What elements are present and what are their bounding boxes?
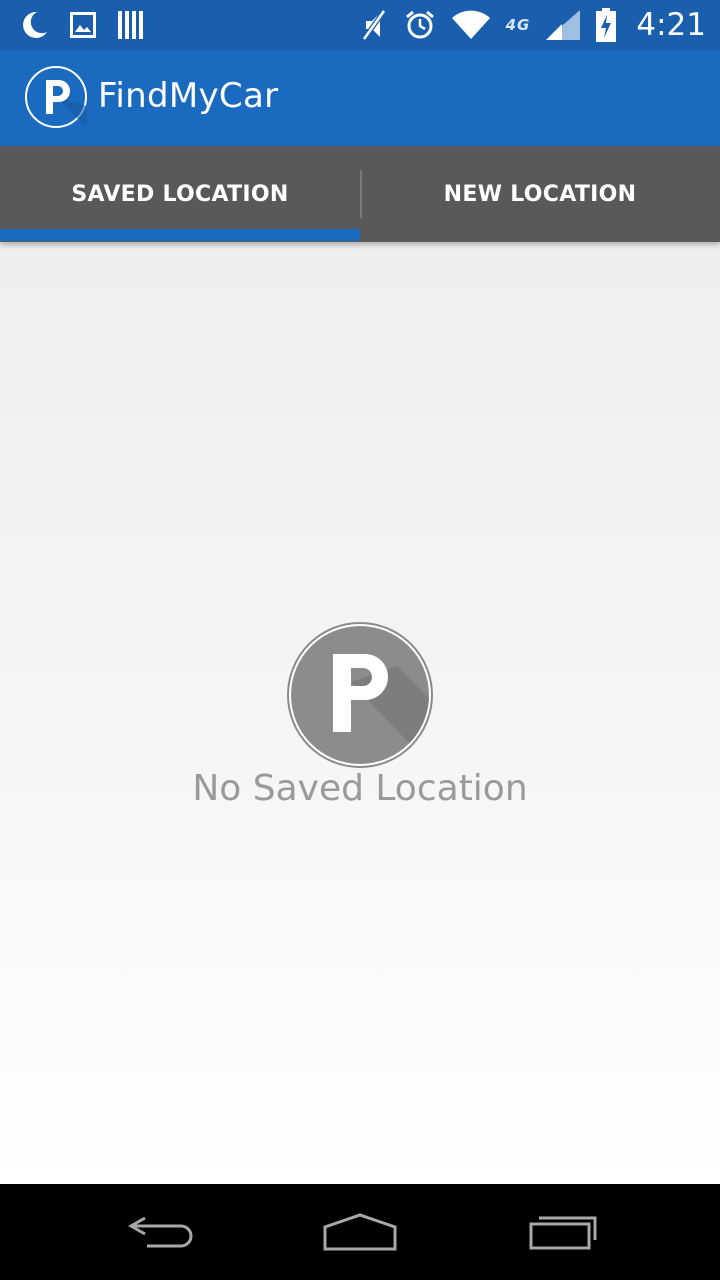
app-bar: FindMyCar (0, 50, 720, 146)
app-title: FindMyCar (98, 76, 279, 116)
saved-location-panel: No Saved Location (0, 242, 720, 1184)
tab-selected-indicator (0, 229, 360, 241)
moon-icon (20, 10, 48, 40)
barcode-icon (118, 11, 144, 39)
alarm-icon (404, 9, 436, 41)
status-time: 4:21 (636, 7, 706, 43)
image-icon (70, 12, 96, 38)
home-icon[interactable] (320, 1206, 400, 1258)
wifi-icon (451, 10, 490, 40)
back-icon[interactable] (120, 1206, 200, 1258)
screen: 4G 4:21 FindMyCar SAVED LOCATION NEW LOC… (0, 0, 720, 1280)
parking-empty-icon (287, 622, 433, 768)
status-bar: 4G 4:21 (0, 0, 720, 50)
status-bar-right: 4G 4:21 (360, 0, 706, 50)
parking-logo-icon (25, 66, 87, 128)
tab-new-location[interactable]: NEW LOCATION (360, 146, 720, 242)
signal-icon (546, 10, 581, 40)
lte-icon: 4G (505, 16, 531, 34)
tab-saved-location[interactable]: SAVED LOCATION (0, 146, 360, 242)
tab-bar: SAVED LOCATION NEW LOCATION (0, 146, 720, 242)
status-bar-left (20, 0, 144, 50)
battery-charging-icon (596, 8, 617, 42)
recents-icon[interactable] (522, 1206, 602, 1258)
empty-state-message: No Saved Location (192, 768, 528, 809)
system-nav-bar (0, 1184, 720, 1280)
mute-icon (360, 9, 388, 41)
